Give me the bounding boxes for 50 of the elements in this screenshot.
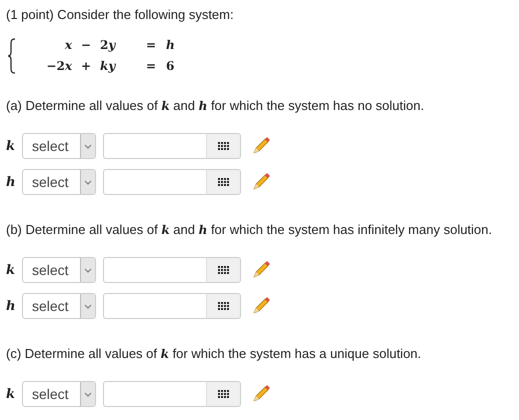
question-text: (c) Determine all values of k for which the system has a unique solution.	[6, 346, 422, 362]
equation-term: 6	[166, 59, 176, 74]
question-text: (a) Determine all values of k and h for which the system has no solution.	[6, 98, 426, 114]
chevron-down-icon	[84, 304, 92, 308]
variable-label: h	[6, 174, 16, 190]
variable-label: k	[6, 386, 16, 402]
pencil-icon[interactable]	[251, 296, 271, 316]
grid-icon	[218, 302, 229, 310]
equation-term: h	[166, 38, 176, 53]
keypad-button[interactable]	[206, 169, 241, 195]
keypad-button[interactable]	[206, 133, 241, 159]
question-text: (b) Determine all values of k and h for which the system has infinitely many solution.	[6, 222, 494, 238]
pencil-icon[interactable]	[251, 172, 271, 192]
equation-term: +	[80, 59, 92, 74]
keypad-button[interactable]	[206, 293, 241, 319]
answer-field[interactable]	[103, 133, 206, 159]
grid-icon	[218, 178, 229, 186]
equation-term: 2y	[100, 38, 117, 53]
answer-field[interactable]	[103, 169, 206, 195]
equation-term: =	[144, 59, 158, 74]
equation-term: x	[64, 38, 72, 53]
grid-icon	[218, 142, 229, 150]
pencil-icon[interactable]	[251, 260, 271, 280]
answer-field[interactable]	[103, 293, 206, 319]
keypad-button[interactable]	[206, 381, 241, 407]
equation-term: ky	[100, 59, 117, 74]
brace-icon	[7, 38, 16, 74]
select-dropdown[interactable]: select	[22, 293, 96, 319]
answer-field[interactable]	[103, 381, 206, 407]
equation-term: −2x	[45, 59, 72, 74]
select-dropdown[interactable]: select	[22, 257, 96, 283]
variable-label: k	[6, 138, 16, 154]
grid-icon	[218, 266, 229, 274]
equation-term: −	[80, 38, 92, 53]
grid-icon	[218, 390, 229, 398]
chevron-down-icon	[84, 180, 92, 184]
problem-intro: (1 point) Consider the following system:	[6, 7, 235, 23]
pencil-icon[interactable]	[251, 384, 271, 404]
keypad-button[interactable]	[206, 257, 241, 283]
chevron-down-icon	[84, 268, 92, 272]
chevron-down-icon	[84, 144, 92, 148]
answer-field[interactable]	[103, 257, 206, 283]
select-dropdown[interactable]: select	[22, 381, 96, 407]
select-dropdown[interactable]: select	[22, 169, 96, 195]
select-dropdown[interactable]: select	[22, 133, 96, 159]
equation-term: =	[144, 38, 158, 53]
variable-label: k	[6, 262, 16, 278]
pencil-icon[interactable]	[251, 136, 271, 156]
variable-label: h	[6, 298, 16, 314]
chevron-down-icon	[84, 392, 92, 396]
